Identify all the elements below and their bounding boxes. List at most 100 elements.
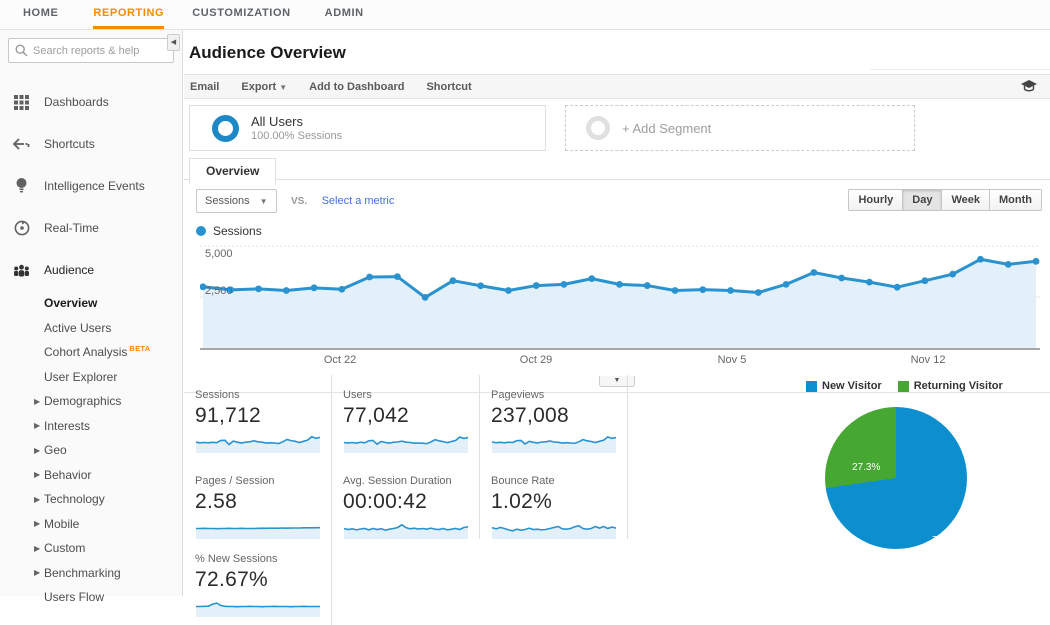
granularity-buttons: Hourly Day Week Month — [849, 189, 1042, 211]
svg-text:2,500: 2,500 — [205, 285, 233, 297]
select-a-metric-link[interactable]: Select a metric — [322, 195, 395, 207]
sidebar-subitem-label: Custom — [44, 541, 85, 555]
audience-subnav: Overview Active Users Cohort Analysis BE… — [0, 291, 182, 610]
pie-legend: New Visitor Returning Visitor — [806, 380, 1003, 392]
add-segment-button[interactable]: + Add Segment — [565, 105, 915, 151]
pie-value-returning-visitor: 27.3% — [852, 462, 880, 473]
pie-value-new-visitor: 72.7% — [932, 535, 960, 546]
beta-badge: BETA — [129, 344, 150, 353]
empty-cell — [332, 539, 480, 625]
metric-value: 237,008 — [491, 404, 616, 428]
sidebar-subitem[interactable]: ▶ Technology — [0, 487, 182, 512]
sidebar-nav: Dashboards Shortcuts Intelligence Events — [0, 71, 182, 610]
sessions-line-chart[interactable]: 5,0002,500Oct 22Oct 29Nov 5Nov 12 — [184, 242, 1050, 377]
legend-returning-visitor: Returning Visitor — [898, 380, 1003, 392]
metric-sparkline — [491, 431, 617, 453]
segment-all-users[interactable]: All Users 100.00% Sessions — [189, 105, 546, 151]
chart-controls: Sessions ▼ vs. Select a metric Hourly Da… — [184, 180, 1050, 220]
sidebar-item-label: Real-Time — [44, 221, 99, 235]
metric-card[interactable]: % New Sessions 72.67% — [184, 539, 332, 625]
sidebar-subitem[interactable]: ▶ Custom — [0, 536, 182, 561]
metric-card[interactable]: Pages / Session 2.58 — [184, 461, 332, 539]
granularity-week-button[interactable]: Week — [941, 189, 990, 211]
sidebar-subitem[interactable]: ▶ Interests — [0, 414, 182, 439]
sidebar-subitem[interactable]: ▶ Demographics — [0, 389, 182, 414]
sidebar-subitem[interactable]: ▶ Behavior — [0, 463, 182, 488]
segment-donut-icon — [212, 115, 239, 142]
sidebar-item-intelligence-events[interactable]: Intelligence Events — [0, 165, 182, 207]
metric-card[interactable]: Sessions 91,712 — [184, 375, 332, 461]
metric-value: 77,042 — [343, 404, 468, 428]
empty-cell — [480, 539, 628, 625]
metric-label: % New Sessions — [195, 553, 320, 565]
metric-value: 1.02% — [491, 490, 616, 514]
sidebar-subitem[interactable]: ▶ Mobile — [0, 512, 182, 537]
sidebar-item-label: Intelligence Events — [44, 179, 145, 193]
segment-name: All Users — [251, 114, 342, 129]
sidebar-subitem-label: Active Users — [44, 321, 111, 335]
search-box[interactable] — [8, 38, 174, 63]
sidebar-subitem[interactable]: ▶ Geo — [0, 438, 182, 463]
metric-card[interactable]: Bounce Rate 1.02% — [480, 461, 628, 539]
nav-tab-home[interactable]: HOME — [23, 0, 58, 29]
sidebar-item-shortcuts[interactable]: Shortcuts — [0, 123, 182, 165]
sidebar-subitem-label: Geo — [44, 443, 67, 457]
nav-tab-admin[interactable]: ADMIN — [325, 0, 364, 29]
sidebar-item-label: Shortcuts — [44, 137, 95, 151]
sidebar-item-real-time[interactable]: Real-Time — [0, 207, 182, 249]
visitor-type-pie-chart[interactable] — [825, 407, 967, 549]
sidebar-item-dashboards[interactable]: Dashboards — [0, 81, 182, 123]
metric-cards: Sessions 91,712 Users 77,042 Pageviews 2… — [184, 375, 628, 625]
intelligence-bulb-icon — [13, 178, 30, 194]
metric-sparkline — [491, 517, 617, 539]
metric-value: 72.67% — [195, 568, 320, 592]
metric-card[interactable]: Avg. Session Duration 00:00:42 — [332, 461, 480, 539]
sidebar-subitem[interactable]: Cohort Analysis BETA — [0, 340, 182, 365]
metric-select-dropdown[interactable]: Sessions ▼ — [196, 189, 277, 213]
dashboards-grid-icon — [13, 95, 30, 110]
sidebar-subitem-label: Benchmarking — [44, 566, 121, 580]
sidebar-subitem-label: Interests — [44, 419, 90, 433]
sidebar-subitem[interactable]: Active Users — [0, 316, 182, 341]
sidebar-subitem[interactable]: Overview — [0, 291, 182, 316]
export-button[interactable]: Export▼ — [241, 81, 287, 93]
metric-card[interactable]: Pageviews 237,008 — [480, 375, 628, 461]
svg-text:Oct 22: Oct 22 — [324, 354, 356, 366]
svg-text:5,000: 5,000 — [205, 248, 233, 260]
search-input[interactable] — [33, 45, 167, 57]
metric-value: 91,712 — [195, 404, 320, 428]
metric-sparkline — [195, 431, 321, 453]
intelligence-cap-icon[interactable] — [1020, 79, 1038, 98]
search-icon — [15, 44, 28, 57]
segment-row: All Users 100.00% Sessions + Add Segment — [184, 99, 1050, 157]
sidebar-collapse-button[interactable]: ◀ — [167, 34, 180, 51]
nav-tab-reporting[interactable]: REPORTING — [93, 0, 164, 29]
granularity-hourly-button[interactable]: Hourly — [848, 189, 903, 211]
sessions-legend-dot-icon — [196, 226, 206, 236]
realtime-clock-icon — [13, 220, 30, 236]
sidebar-subitem[interactable]: Users Flow — [0, 585, 182, 610]
sidebar-subitem[interactable]: ▶ Benchmarking — [0, 561, 182, 586]
expand-arrow-icon: ▶ — [34, 421, 40, 430]
vs-label: vs. — [291, 196, 307, 207]
shortcut-button[interactable]: Shortcut — [426, 81, 471, 93]
granularity-day-button[interactable]: Day — [902, 189, 942, 211]
metric-card[interactable]: Users 77,042 — [332, 375, 480, 461]
expand-arrow-icon: ▶ — [34, 568, 40, 577]
main-content: Audience Overview Email Export▼ Add to D… — [184, 30, 1050, 596]
sidebar: Dashboards Shortcuts Intelligence Events — [0, 30, 183, 596]
add-to-dashboard-button[interactable]: Add to Dashboard — [309, 81, 404, 93]
sidebar-subitem-label: Technology — [44, 492, 105, 506]
sidebar-subitem[interactable]: User Explorer — [0, 365, 182, 390]
metric-sparkline — [195, 517, 321, 539]
metric-sparkline — [343, 517, 469, 539]
page-title: Audience Overview — [184, 30, 1050, 74]
nav-tab-customization[interactable]: CUSTOMIZATION — [192, 0, 290, 29]
audience-people-icon — [13, 264, 30, 277]
add-segment-ring-icon — [586, 116, 610, 140]
report-tabs: Overview — [184, 157, 1050, 180]
sidebar-item-audience[interactable]: Audience — [0, 249, 182, 291]
metric-label: Avg. Session Duration — [343, 475, 468, 487]
granularity-month-button[interactable]: Month — [989, 189, 1042, 211]
email-button[interactable]: Email — [190, 81, 219, 93]
